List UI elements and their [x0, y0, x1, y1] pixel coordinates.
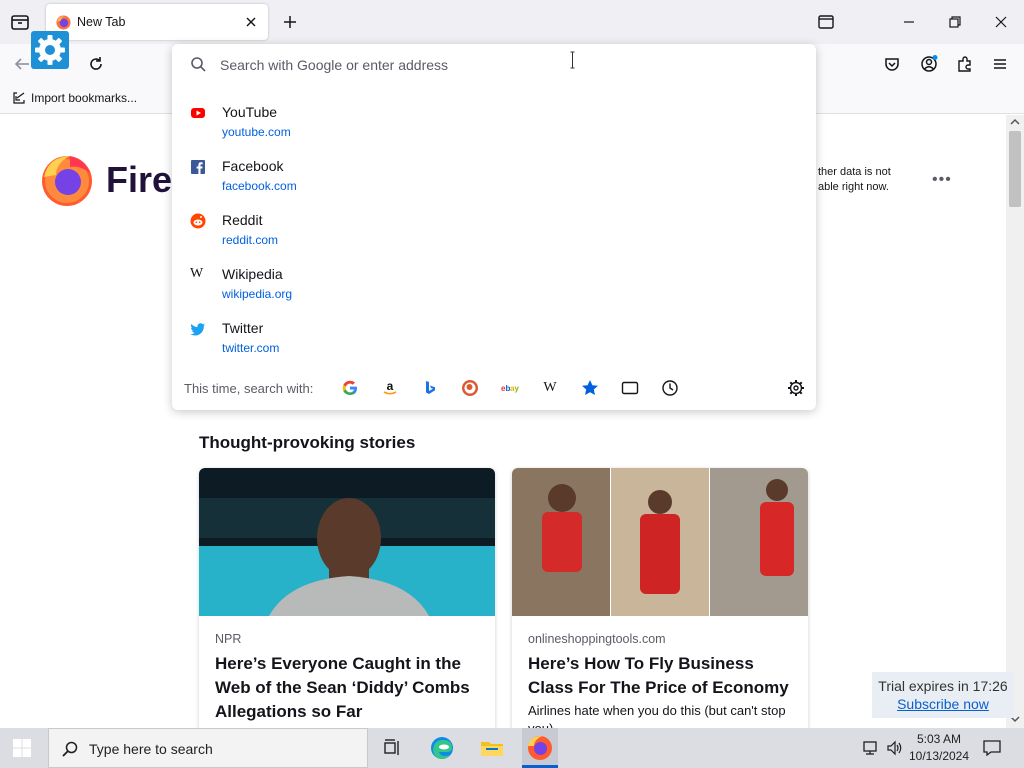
stories-heading: Thought-provoking stories: [199, 433, 416, 452]
back-arrow-icon[interactable]: [12, 54, 32, 74]
settings-gear-overlay[interactable]: [31, 31, 69, 69]
story-card[interactable]: onlineshoppingtools.com Here’s How To Fl…: [512, 468, 808, 728]
tab-new-tab[interactable]: New Tab: [46, 4, 268, 40]
suggestion-title: Twitter: [222, 320, 264, 336]
menu-icon[interactable]: [990, 54, 1010, 74]
story-card[interactable]: NPR Here’s Everyone Caught in the Web of…: [199, 468, 495, 728]
content-notice: ther data is not able right now.: [818, 166, 891, 193]
tab-title: New Tab: [77, 15, 126, 29]
file-explorer-icon[interactable]: [478, 734, 506, 762]
firefox-icon: [56, 15, 71, 30]
story-headline[interactable]: Here’s How To Fly Business Class For The…: [528, 652, 798, 700]
story-image: [512, 468, 808, 616]
search-settings-gear-icon[interactable]: [786, 378, 806, 398]
wikipedia-icon: W: [190, 266, 204, 281]
suggestion-youtube[interactable]: YouTube youtube.com: [172, 98, 816, 148]
minimize-icon[interactable]: [897, 10, 921, 34]
suggestion-title: Wikipedia: [222, 266, 283, 282]
suggestion-title: Facebook: [222, 158, 284, 174]
scroll-up-arrow-icon[interactable]: [1010, 117, 1020, 127]
wikipedia-icon[interactable]: W: [540, 378, 560, 398]
address-bar-dropdown: YouTube youtube.com Facebook facebook.co…: [172, 44, 816, 410]
windows-taskbar: Type here to search 5:03 AM 10/13/2024: [0, 728, 1024, 768]
gear-icon: [35, 35, 65, 65]
more-options-button[interactable]: •••: [932, 171, 952, 189]
bing-icon[interactable]: [420, 378, 440, 398]
tab-bar: New Tab: [0, 0, 1024, 44]
suggestion-twitter[interactable]: Twitter twitter.com: [172, 314, 816, 364]
clock-time: 5:03 AM: [916, 732, 962, 746]
trial-banner: Trial expires in 17:26 Subscribe now: [872, 672, 1014, 718]
youtube-icon: [191, 108, 205, 118]
firefox-logo-icon: [42, 156, 92, 206]
twitter-icon: [190, 323, 205, 336]
suggestion-url: reddit.com: [222, 233, 279, 247]
address-input[interactable]: [220, 54, 780, 76]
search-with-label: This time, search with:: [184, 381, 314, 396]
pocket-icon[interactable]: [882, 54, 902, 74]
one-off-search-bar: This time, search with: a e b a y W: [172, 370, 816, 406]
search-icon: [62, 741, 78, 757]
duckduckgo-icon[interactable]: [460, 378, 480, 398]
suggestion-url: wikipedia.org: [222, 287, 293, 301]
taskbar-search-placeholder: Type here to search: [89, 741, 213, 757]
list-all-tabs-icon[interactable]: [814, 10, 838, 34]
story-headline[interactable]: Here’s Everyone Caught in the Web of the…: [215, 652, 485, 724]
story-image: [199, 468, 495, 616]
volume-icon[interactable]: [886, 739, 904, 757]
ebay-icon[interactable]: e b a y: [500, 378, 520, 398]
text-cursor-icon: [570, 51, 575, 69]
import-bookmarks-label: Import bookmarks...: [31, 91, 138, 105]
extensions-icon[interactable]: [955, 54, 975, 74]
svg-text:y: y: [515, 384, 520, 393]
facebook-icon: [191, 160, 205, 174]
windows-start-icon[interactable]: [12, 738, 32, 758]
reload-icon[interactable]: [86, 54, 106, 74]
bookmarks-star-icon[interactable]: [580, 378, 600, 398]
suggestion-title: YouTube: [222, 104, 278, 120]
scrollbar-thumb[interactable]: [1009, 131, 1021, 207]
svg-text:a: a: [387, 379, 394, 393]
suggestion-url: twitter.com: [222, 341, 280, 355]
suggestion-reddit[interactable]: Reddit reddit.com: [172, 206, 816, 256]
edge-browser-icon[interactable]: [428, 734, 456, 762]
new-tab-plus-icon[interactable]: [280, 12, 300, 32]
story-source: NPR: [215, 632, 242, 646]
notification-center-icon[interactable]: [982, 738, 1002, 758]
suggestion-url: youtube.com: [222, 125, 291, 139]
suggestion-title: Reddit: [222, 212, 263, 228]
subscribe-link[interactable]: Subscribe now: [872, 696, 1014, 712]
firefox-taskbar-icon[interactable]: [526, 734, 554, 762]
account-icon[interactable]: [919, 54, 939, 74]
page-scrollbar[interactable]: [1006, 115, 1024, 728]
suggestion-facebook[interactable]: Facebook facebook.com: [172, 152, 816, 202]
trial-text: Trial expires in 17:26: [878, 678, 1008, 694]
story-source: onlineshoppingtools.com: [528, 632, 666, 646]
search-icon: [191, 57, 206, 72]
close-window-icon[interactable]: [989, 10, 1013, 34]
story-excerpt: Airlines hate when you do this (but can'…: [528, 703, 786, 728]
amazon-icon[interactable]: a: [380, 378, 400, 398]
history-icon[interactable]: [660, 378, 680, 398]
close-tab-icon[interactable]: [242, 13, 260, 31]
maximize-icon[interactable]: [943, 10, 967, 34]
tab-overview-icon[interactable]: [8, 10, 32, 34]
tabs-icon[interactable]: [620, 378, 640, 398]
suggestion-wikipedia[interactable]: W Wikipedia wikipedia.org: [172, 260, 816, 310]
clock-date: 10/13/2024: [908, 749, 970, 763]
taskbar-search-box[interactable]: Type here to search: [48, 728, 368, 768]
network-icon[interactable]: [862, 739, 880, 757]
google-icon[interactable]: [340, 378, 360, 398]
reddit-icon: [190, 213, 206, 229]
task-view-icon[interactable]: [378, 734, 406, 762]
suggestion-url: facebook.com: [222, 179, 297, 193]
import-icon: [13, 92, 25, 104]
import-bookmarks-item[interactable]: Import bookmarks...: [12, 91, 137, 105]
system-clock[interactable]: 5:03 AM 10/13/2024: [906, 731, 972, 765]
